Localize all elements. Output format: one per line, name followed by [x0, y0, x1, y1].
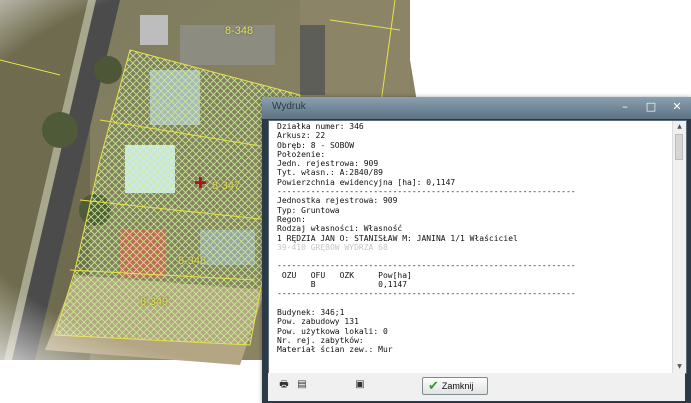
report-line: Działka numer: 346	[277, 122, 364, 131]
vertical-scrollbar[interactable]: ▲ ▼	[672, 121, 686, 373]
report-line: Rodzaj własności: Własność	[277, 224, 403, 234]
report-line: ----------------------------------------…	[277, 289, 576, 299]
scroll-up-icon[interactable]: ▲	[673, 121, 686, 133]
print-preview-icon[interactable]: ▤	[296, 379, 308, 391]
parcel-label: 8-347	[212, 180, 241, 192]
report-line: Jednostka rejestrowa: 909	[277, 196, 398, 206]
report-line: Typ: Gruntowa	[277, 205, 340, 215]
report-line: Położenie:	[277, 149, 326, 159]
window-toolbar: 🖶 ▤ ▣ ✔ Zamknij	[268, 373, 685, 401]
report-line: Powierzchnia ewidencyjna [ha]: 0,1147	[277, 177, 456, 187]
report-line: Arkusz: 22	[277, 131, 326, 141]
report-line: Pow. użytkowa lokali: 0	[277, 326, 388, 336]
cross-marker-icon: ✚	[194, 174, 207, 192]
scrollbar-thumb[interactable]	[675, 134, 683, 160]
report-panel: Działka numer: 346 Arkusz: 22 Obręb: 8 - S…	[268, 120, 687, 374]
report-line: Obręb: 8 - SOBÓW	[277, 140, 355, 150]
report-line: Pow. zabudowy 131	[277, 317, 359, 327]
report-line: OZU OFU OZK Pow[ha]	[277, 270, 412, 280]
report-line: Budynek: 346;1	[277, 307, 345, 317]
printer-icon[interactable]: 🖶	[278, 379, 290, 391]
scroll-down-icon[interactable]: ▼	[673, 361, 686, 373]
report-line: ----------------------------------------…	[277, 187, 576, 197]
parcel-label: 8-348	[225, 25, 254, 37]
minimize-button[interactable]: –	[617, 100, 633, 114]
report-line: Jedn. rejestrowa: 909	[277, 159, 379, 169]
report-line: ----------------------------------------…	[277, 261, 576, 271]
parcel-label: 8-349	[140, 296, 169, 308]
close-window-button[interactable]: ✕	[669, 100, 685, 114]
maximize-button[interactable]: □	[643, 100, 659, 114]
parcel-label: 8-348	[178, 255, 207, 267]
report-line: Tyt. własn.: A:2840/89	[277, 168, 383, 178]
report-line: Regon:	[277, 214, 306, 224]
checkmark-icon: ✔	[428, 378, 439, 394]
save-icon[interactable]: ▣	[354, 379, 366, 391]
report-line	[277, 299, 673, 308]
print-window: Wydruk – □ ✕ Działka numer: 346 Arkusz: 2…	[262, 97, 691, 403]
window-title: Wydruk	[272, 101, 306, 112]
report-line: B 0,1147	[277, 280, 408, 290]
report-text[interactable]: Działka numer: 346 Arkusz: 22 Obręb: 8 - S…	[269, 121, 673, 373]
report-line: Nr. rej. zabytków:	[277, 335, 364, 345]
window-titlebar[interactable]: Wydruk – □ ✕	[262, 97, 691, 119]
report-line: Materiał ścian zew.: Mur	[277, 345, 393, 355]
close-button[interactable]: ✔ Zamknij	[422, 377, 488, 395]
close-button-label: Zamknij	[441, 381, 474, 391]
report-line: 39-410 GRĘBÓW WYDRZA 68	[277, 242, 388, 252]
report-line	[277, 252, 673, 261]
report-line: 1 RĘDZIA JAN O: STANISŁAW M: JANINA 1/1 …	[277, 233, 518, 243]
